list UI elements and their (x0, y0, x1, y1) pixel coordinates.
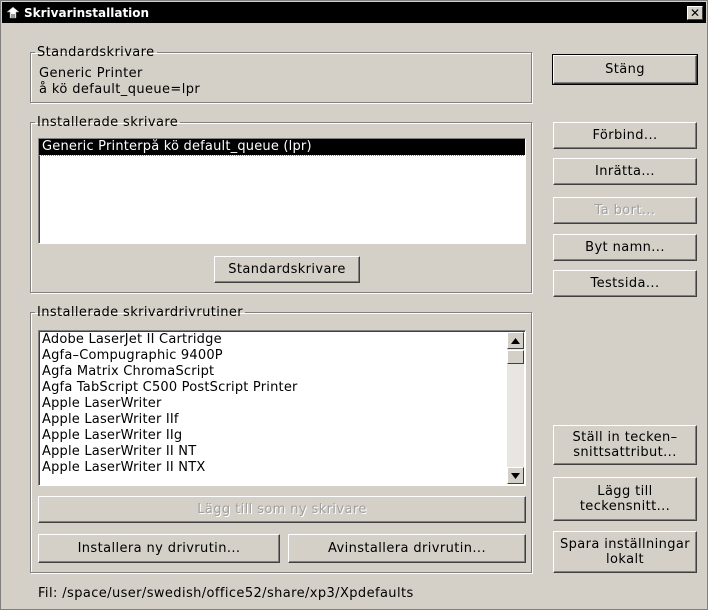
remove-button[interactable]: Ta bort... (553, 197, 697, 224)
printer-icon (6, 6, 20, 20)
close-button[interactable]: Stäng (552, 54, 698, 85)
uninstall-driver-button[interactable]: Avinstallera drivrutin... (288, 534, 526, 563)
font-attributes-label-line1: Ställ in tecken– (572, 430, 678, 445)
add-font-label-line1: Lägg till (597, 484, 653, 499)
save-settings-locally-button[interactable]: Spara inställningar lokalt (553, 531, 697, 573)
font-attributes-label-line2: snittsattribut... (573, 445, 677, 460)
install-driver-label: Installera ny drivrutin... (77, 541, 241, 556)
list-item[interactable]: Apple LaserWriter II NTX (39, 460, 525, 476)
list-item[interactable]: Apple LaserWriter (39, 396, 525, 412)
list-item[interactable]: Agfa TabScript C500 PostScript Printer (39, 380, 525, 396)
window-title: Skrivarinstallation (24, 5, 150, 20)
test-page-button[interactable]: Testsida... (553, 270, 697, 297)
set-default-printer-label: Standardskrivare (228, 262, 346, 277)
installed-printers-list[interactable]: Generic Printerpå kö default_queue (lpr) (38, 138, 526, 244)
scrollbar-thumb[interactable] (507, 350, 524, 364)
uninstall-driver-label: Avinstallera drivrutin... (327, 541, 486, 556)
close-icon[interactable]: ✕ (687, 5, 703, 20)
connect-button[interactable]: Förbind... (553, 122, 697, 149)
close-button-label: Stäng (605, 62, 645, 77)
installed-printers-legend: Installerade skrivare (37, 115, 179, 130)
installed-drivers-legend: Installerade skrivardrivrutiner (37, 305, 244, 320)
rename-button-label: Byt namn... (585, 240, 665, 255)
file-path-text: Fil: /space/user/swedish/office52/share/… (38, 586, 414, 601)
add-font-label-line2: teckensnitt... (579, 499, 671, 514)
list-item[interactable]: Agfa Matrix ChromaScript (39, 364, 525, 380)
setup-button-label: Inrätta... (595, 164, 655, 179)
setup-button[interactable]: Inrätta... (553, 158, 697, 185)
test-page-button-label: Testsida... (590, 276, 660, 291)
font-attributes-button[interactable]: Ställ in tecken– snittsattribut... (553, 425, 697, 465)
default-printer-name: Generic Printer (39, 66, 143, 81)
arrow-down-icon[interactable] (507, 467, 524, 484)
save-settings-label-line2: lokalt (606, 552, 644, 567)
install-driver-button[interactable]: Installera ny drivrutin... (38, 534, 280, 563)
add-as-printer-label: Lägg till som ny skrivare (197, 502, 367, 517)
list-item[interactable]: Agfa–Compugraphic 9400P (39, 348, 525, 364)
save-settings-label-line1: Spara inställningar (559, 537, 691, 552)
default-printer-queue: å kö default_queue=lpr (39, 82, 201, 97)
drivers-scrollbar[interactable] (507, 332, 524, 484)
default-printer-legend: Standardskrivare (37, 45, 155, 60)
list-item[interactable]: Adobe LaserJet II Cartridge (39, 332, 525, 348)
title-bar: Skrivarinstallation ✕ (2, 2, 706, 23)
list-item[interactable]: Apple LaserWriter II NT (39, 444, 525, 460)
add-as-printer-button[interactable]: Lägg till som ny skrivare (38, 496, 526, 523)
arrow-up-icon[interactable] (507, 332, 524, 349)
list-item[interactable]: Apple LaserWriter IIg (39, 428, 525, 444)
connect-button-label: Förbind... (592, 128, 658, 143)
add-font-button[interactable]: Lägg till teckensnitt... (553, 477, 697, 521)
list-item[interactable]: Generic Printerpå kö default_queue (lpr) (39, 139, 525, 156)
printer-setup-dialog: Skrivarinstallation ✕ Standardskrivare G… (0, 0, 708, 610)
list-item[interactable]: Apple LaserWriter IIf (39, 412, 525, 428)
remove-button-label: Ta bort... (594, 203, 656, 218)
rename-button[interactable]: Byt namn... (553, 234, 697, 261)
installed-drivers-list[interactable]: Adobe LaserJet II Cartridge Agfa–Compugr… (38, 330, 526, 486)
set-default-printer-button[interactable]: Standardskrivare (214, 256, 360, 283)
